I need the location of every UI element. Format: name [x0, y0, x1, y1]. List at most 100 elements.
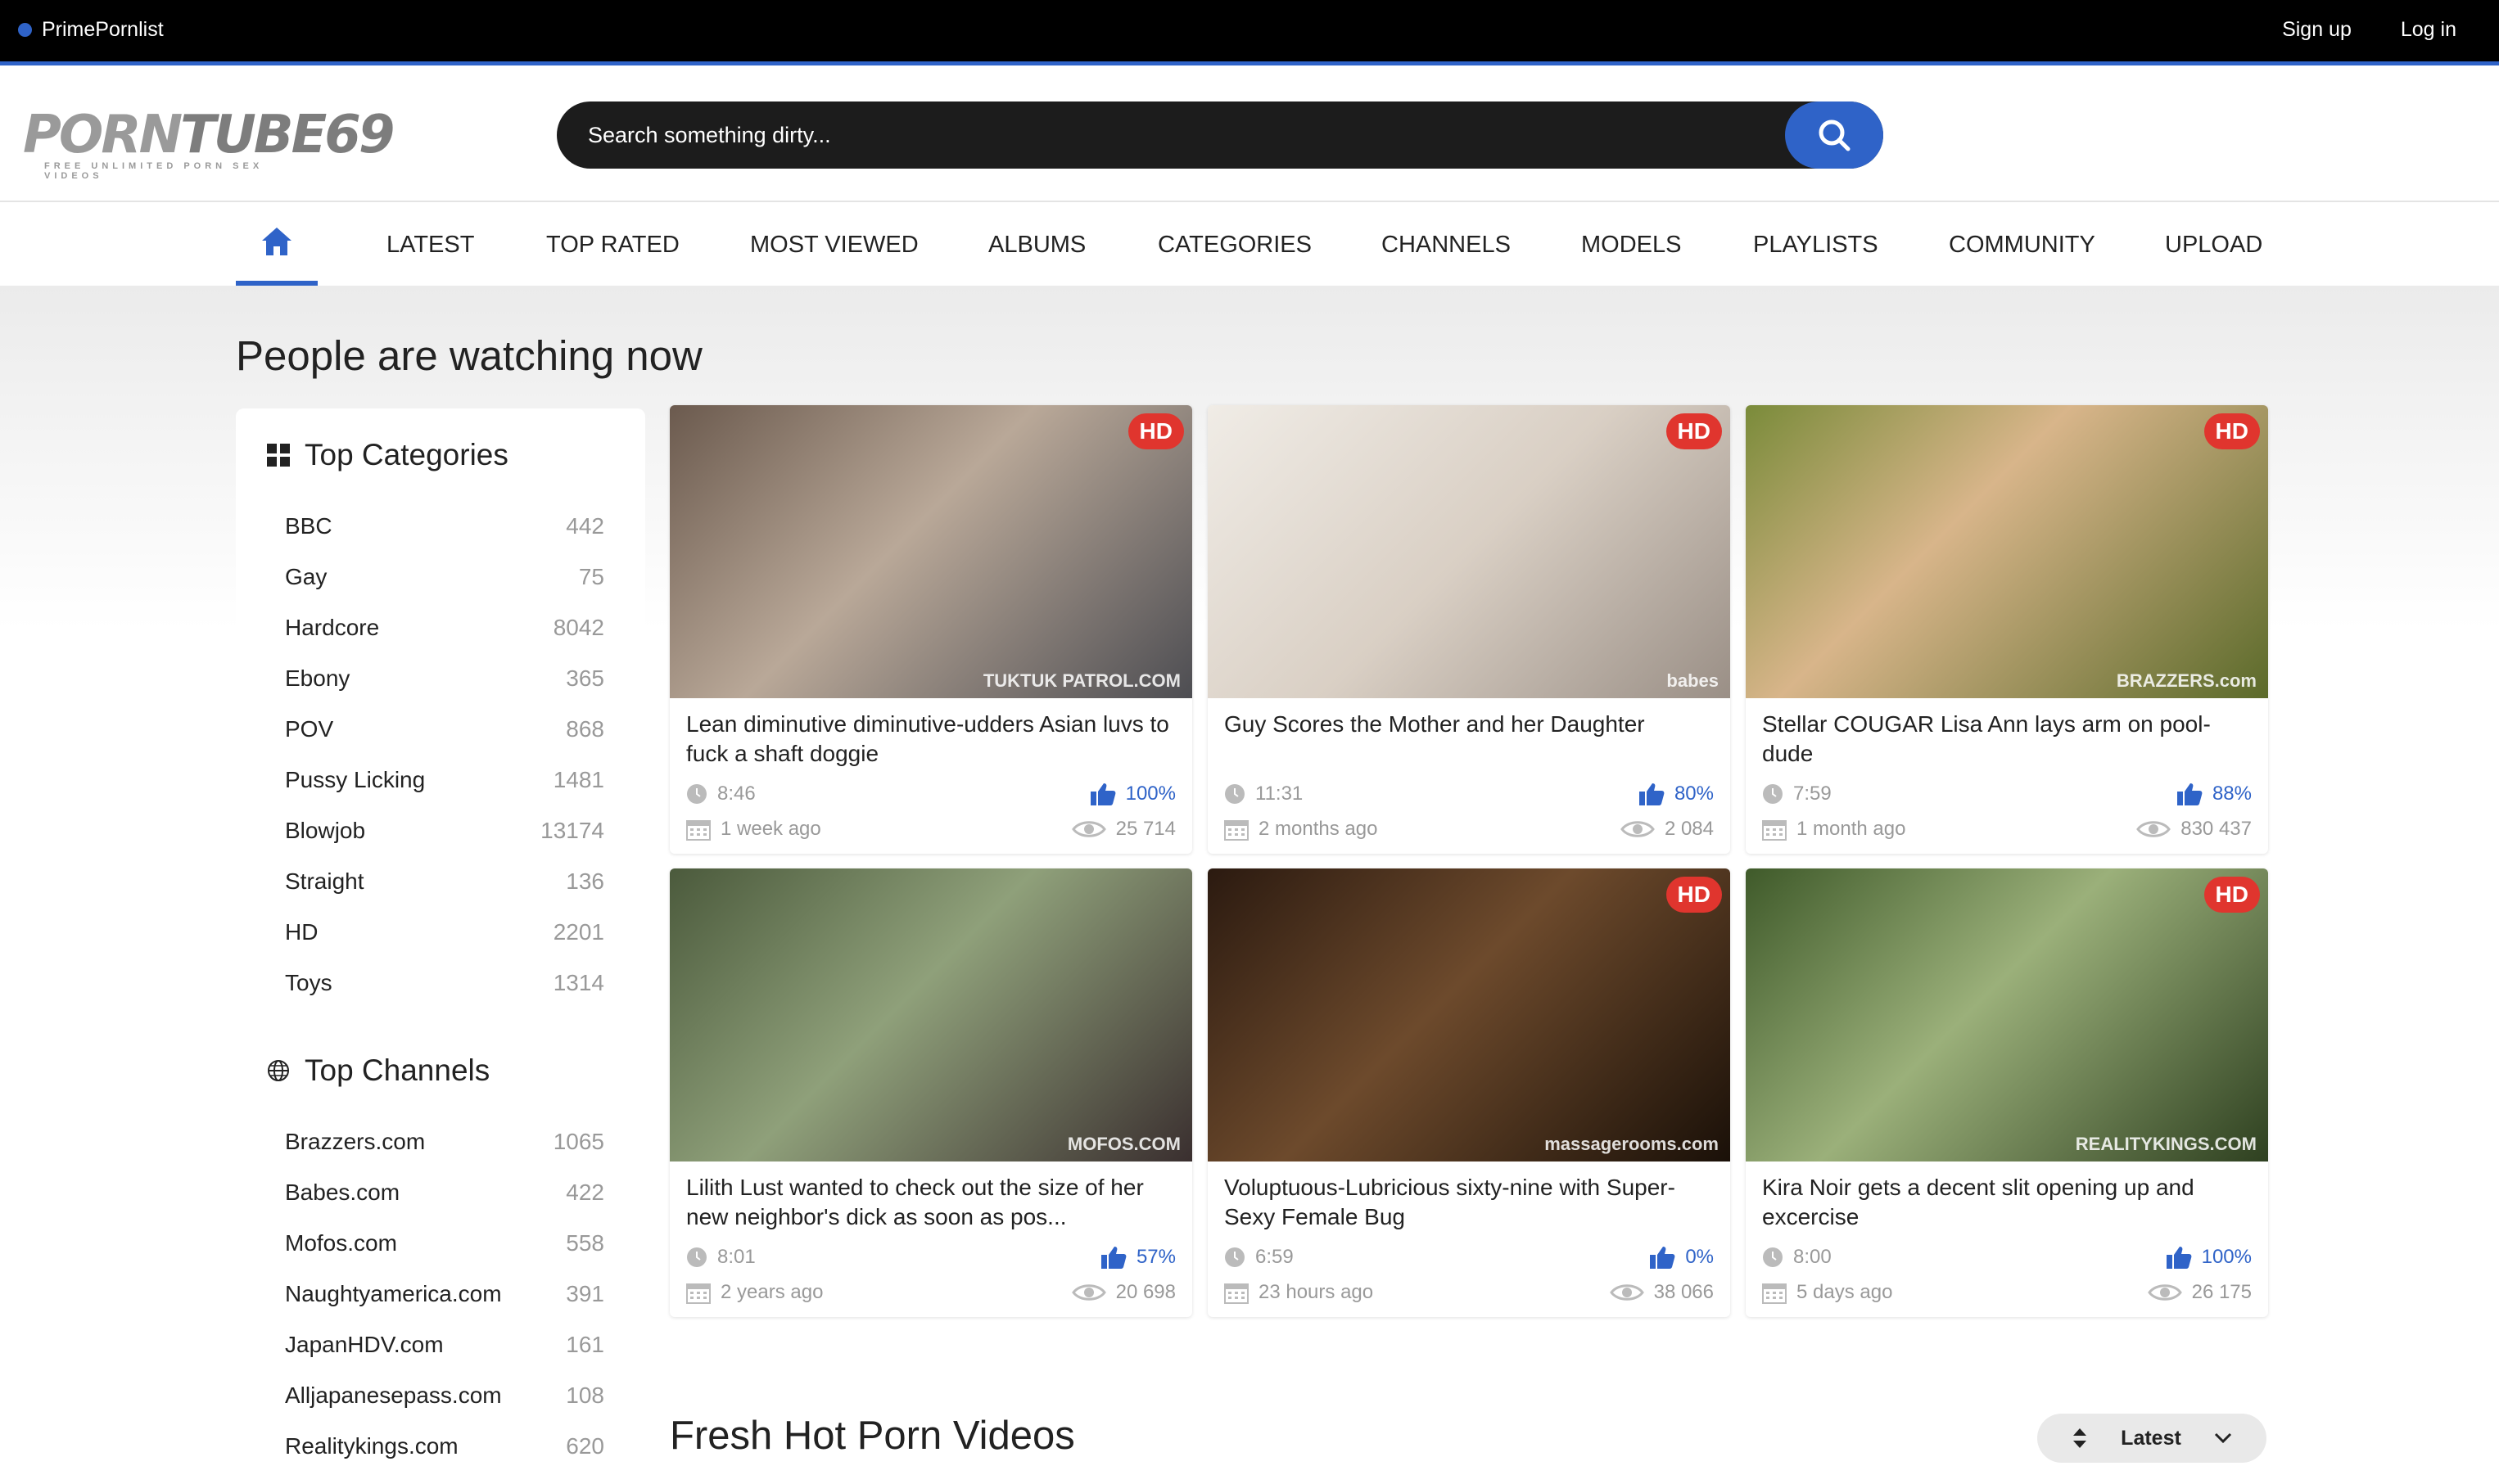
category-item[interactable]: Pussy Licking 1481 — [285, 767, 604, 818]
chevron-down-icon — [2214, 1432, 2231, 1444]
category-count: 136 — [566, 868, 604, 894]
thumbnail-watermark: MOFOS.COM — [1067, 1134, 1181, 1154]
video-card[interactable]: MOFOS.COM Lilith Lust wanted to check ou… — [670, 868, 1192, 1317]
category-count: 442 — [566, 513, 604, 539]
video-title[interactable]: Stellar COUGAR Lisa Ann lays arm on pool… — [1762, 710, 2253, 769]
video-views: 38 066 — [1653, 1281, 1714, 1303]
video-age: 5 days ago — [1796, 1281, 1893, 1303]
video-duration: 8:01 — [717, 1246, 756, 1268]
top-channels-heading: Top Channels — [267, 1053, 490, 1088]
channel-count: 1065 — [553, 1129, 604, 1154]
video-thumbnail[interactable]: babes HD — [1208, 405, 1730, 698]
nav-albums[interactable]: ALBUMS — [988, 232, 1086, 259]
video-card[interactable]: babes HD Guy Scores the Mother and her D… — [1208, 405, 1730, 854]
category-count: 1481 — [553, 767, 604, 792]
category-item[interactable]: Toys 1314 — [285, 970, 604, 1021]
thumbs-up-icon — [1090, 783, 1115, 805]
nav-categories[interactable]: CATEGORIES — [1158, 232, 1312, 259]
channel-item[interactable]: Alljapanesepass.com 108 — [285, 1383, 604, 1433]
video-card[interactable]: TUKTUK PATROL.COM HD Lean diminutive dim… — [670, 405, 1192, 854]
channel-item[interactable]: Brazzers.com 1065 — [285, 1129, 604, 1180]
video-age: 1 month ago — [1796, 818, 1906, 840]
logo-wordmark: PORNTUBE69 — [23, 109, 395, 161]
top-bar: PrimePornlist Sign up Log in — [0, 0, 2499, 65]
video-title[interactable]: Lean diminutive diminutive-udders Asian … — [686, 710, 1177, 769]
nav-playlists[interactable]: PLAYLISTS — [1753, 232, 1878, 259]
thumbnail-watermark: babes — [1666, 670, 1719, 691]
grid-icon — [267, 444, 290, 467]
category-item[interactable]: Gay 75 — [285, 564, 604, 615]
channel-item[interactable]: JapanHDV.com 161 — [285, 1332, 604, 1383]
video-meta-row: 8:46 100% — [686, 782, 1176, 806]
thumbnail-watermark: TUKTUK PATROL.COM — [983, 670, 1181, 691]
video-title[interactable]: Guy Scores the Mother and her Daughter — [1224, 710, 1715, 739]
clock-icon — [1763, 784, 1783, 804]
category-item[interactable]: BBC 442 — [285, 513, 604, 564]
video-title[interactable]: Lilith Lust wanted to check out the size… — [686, 1173, 1177, 1232]
video-thumbnail[interactable]: REALITYKINGS.COM HD — [1746, 868, 2268, 1161]
brand-link[interactable]: PrimePornlist — [18, 18, 164, 42]
category-item[interactable]: HD 2201 — [285, 919, 604, 970]
channel-count: 620 — [566, 1433, 604, 1459]
category-name: Blowjob — [285, 818, 366, 843]
video-title[interactable]: Voluptuous-Lubricious sixty-nine with Su… — [1224, 1173, 1715, 1232]
category-item[interactable]: Hardcore 8042 — [285, 615, 604, 665]
video-views: 26 175 — [2191, 1281, 2252, 1303]
channel-name: Brazzers.com — [285, 1129, 426, 1154]
nav-home[interactable] — [236, 202, 318, 286]
video-thumbnail[interactable]: MOFOS.COM — [670, 868, 1192, 1161]
nav-most-viewed[interactable]: MOST VIEWED — [750, 232, 919, 259]
nav-community[interactable]: COMMUNITY — [1949, 232, 2095, 259]
channel-count: 161 — [566, 1332, 604, 1357]
video-thumbnail[interactable]: BRAZZERS.com HD — [1746, 405, 2268, 698]
login-link[interactable]: Log in — [2401, 18, 2456, 42]
nav-channels[interactable]: CHANNELS — [1381, 232, 1511, 259]
categories-list: BBC 442 Gay 75 Hardcore 8042 Ebony 365 POV 86… — [285, 513, 604, 1021]
nav-models[interactable]: MODELS — [1581, 232, 1681, 259]
category-item[interactable]: POV 868 — [285, 716, 604, 767]
category-item[interactable]: Blowjob 13174 — [285, 818, 604, 868]
category-name: Ebony — [285, 665, 350, 691]
category-count: 75 — [578, 564, 604, 589]
video-meta-row: 23 hours ago 38 066 — [1224, 1281, 1714, 1304]
thumbnail-watermark: REALITYKINGS.COM — [2075, 1134, 2257, 1154]
video-card[interactable]: massagerooms.com HD Voluptuous-Lubriciou… — [1208, 868, 1730, 1317]
fresh-videos-title: Fresh Hot Porn Videos — [670, 1414, 1075, 1458]
channel-item[interactable]: Naughtyamerica.com 391 — [285, 1281, 604, 1332]
video-meta-row: 7:59 88% — [1762, 782, 2252, 806]
video-card[interactable]: REALITYKINGS.COM HD Kira Noir gets a dec… — [1746, 868, 2268, 1317]
signup-link[interactable]: Sign up — [2282, 18, 2352, 42]
video-thumbnail[interactable]: TUKTUK PATROL.COM HD — [670, 405, 1192, 698]
site-header: PORNTUBE69 FREE UNLIMITED PORN SEX VIDEO… — [0, 70, 2499, 202]
video-card[interactable]: BRAZZERS.com HD Stellar COUGAR Lisa Ann … — [1746, 405, 2268, 854]
video-duration: 6:59 — [1255, 1246, 1294, 1268]
video-duration: 11:31 — [1255, 783, 1304, 805]
video-age: 2 years ago — [721, 1281, 824, 1303]
channel-item[interactable]: Babes.com 422 — [285, 1180, 604, 1230]
video-thumbnail[interactable]: massagerooms.com HD — [1208, 868, 1730, 1161]
channel-name: Babes.com — [285, 1180, 400, 1205]
channel-item[interactable]: Mofos.com 558 — [285, 1230, 604, 1281]
video-meta-row: 6:59 0% — [1224, 1245, 1714, 1270]
sort-dropdown[interactable]: Latest — [2037, 1414, 2266, 1463]
category-name: Pussy Licking — [285, 767, 426, 792]
category-name: Hardcore — [285, 615, 380, 640]
category-item[interactable]: Ebony 365 — [285, 665, 604, 716]
brand-label: PrimePornlist — [42, 18, 164, 41]
video-meta-row: 8:00 100% — [1762, 1245, 2252, 1270]
search-button[interactable] — [1785, 101, 1883, 169]
video-title[interactable]: Kira Noir gets a decent slit opening up … — [1762, 1173, 2253, 1232]
channel-item[interactable]: Realitykings.com 620 — [285, 1433, 604, 1484]
nav-top-rated[interactable]: TOP RATED — [546, 232, 680, 259]
channels-list: Brazzers.com 1065 Babes.com 422 Mofos.com 5… — [285, 1129, 604, 1484]
nav-latest[interactable]: LATEST — [386, 232, 474, 259]
category-name: POV — [285, 716, 334, 742]
calendar-icon — [1762, 1283, 1787, 1304]
search-input[interactable] — [588, 101, 1751, 169]
video-meta-row: 1 week ago 25 714 — [686, 818, 1176, 841]
category-item[interactable]: Straight 136 — [285, 868, 604, 919]
site-logo[interactable]: PORNTUBE69 FREE UNLIMITED PORN SEX VIDEO… — [23, 109, 395, 181]
channel-name: Alljapanesepass.com — [285, 1383, 502, 1408]
nav-upload[interactable]: UPLOAD — [2165, 232, 2262, 259]
video-views: 2 084 — [1664, 818, 1714, 840]
